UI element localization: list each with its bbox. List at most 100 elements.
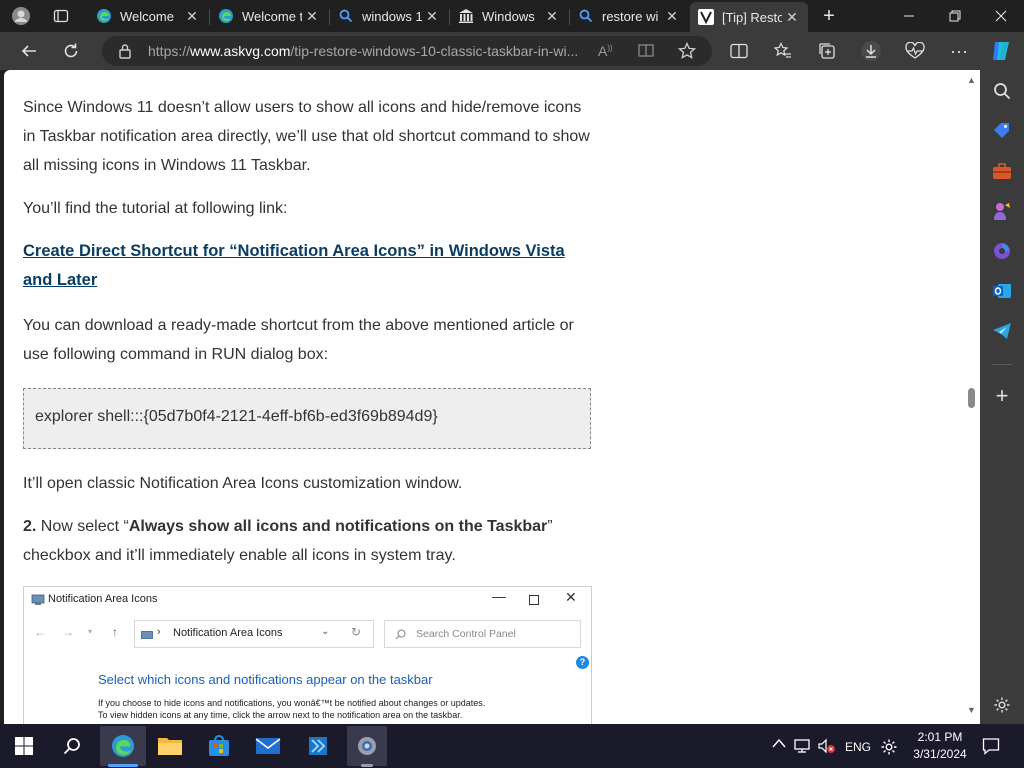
tab-restore-search[interactable]: restore wi ✕ — [570, 2, 688, 30]
code-box: explorer shell:::{05d7b0f4-2121-4eff-bf6… — [23, 388, 591, 449]
downloads-icon[interactable] — [856, 36, 886, 66]
scroll-thumb[interactable] — [968, 388, 975, 408]
taskbar-search-button[interactable] — [52, 726, 92, 766]
sidebar-office-icon[interactable] — [990, 239, 1014, 263]
clock[interactable]: 2:01 PM 3/31/2024 — [908, 729, 972, 763]
tray-settings-icon[interactable] — [880, 738, 898, 759]
dialog-dropdown-icon: ⌄ — [321, 626, 330, 637]
collections-icon[interactable] — [812, 36, 842, 66]
dialog-help-icon: ? — [576, 656, 589, 669]
sidebar-telegram-icon[interactable] — [990, 319, 1014, 343]
favorites-icon[interactable] — [768, 36, 798, 66]
dialog-up-icon: ↑ — [112, 625, 118, 639]
close-tab-icon[interactable]: ✕ — [422, 8, 442, 25]
sidebar-shopping-tag-icon[interactable] — [990, 119, 1014, 143]
performance-icon[interactable] — [900, 36, 930, 66]
close-tab-icon[interactable]: ✕ — [542, 8, 562, 25]
start-button[interactable] — [4, 726, 44, 766]
tab-windows-bank[interactable]: Windows ✕ — [450, 2, 568, 30]
dialog-info-line-1: If you choose to hide icons and notifica… — [98, 698, 486, 708]
restore-button[interactable] — [932, 0, 978, 32]
more-menu-icon[interactable]: ··· — [944, 36, 974, 66]
minimize-button[interactable] — [886, 0, 932, 32]
sidebar-tools-icon[interactable] — [990, 159, 1014, 183]
dialog-heading: Select which icons and notifications app… — [98, 672, 433, 687]
tray-overflow-chevron-icon[interactable] — [772, 737, 786, 751]
paragraph-step-2: 2. Now select “Always show all icons and… — [23, 512, 593, 570]
tutorial-link[interactable]: Create Direct Shortcut for “Notification… — [23, 242, 565, 289]
paragraph-open-window: It’ll open classic Notification Area Ico… — [23, 475, 463, 492]
url-text[interactable]: https://www.askvg.com/tip-restore-window… — [148, 43, 588, 59]
tab-title: [Tip] Resto — [722, 9, 782, 25]
copilot-icon[interactable] — [986, 36, 1016, 66]
scroll-up-arrow-icon[interactable]: ▲ — [967, 75, 976, 85]
bank-icon — [458, 8, 474, 24]
notification-center-icon[interactable] — [982, 737, 1000, 758]
search-icon — [578, 8, 594, 24]
sidebar-add-icon[interactable]: + — [990, 383, 1014, 408]
step-option-bold: Always show all icons and notifications … — [128, 518, 548, 535]
tab-title: Welcome — [120, 8, 174, 24]
tab-askvg-active[interactable]: [Tip] Resto ✕ — [690, 2, 808, 32]
code-text: explorer shell:::{05d7b0f4-2121-4eff-bf6… — [35, 408, 438, 425]
windows-taskbar: ENG 2:01 PM 3/31/2024 — [0, 724, 1024, 768]
split-screen-icon[interactable] — [724, 36, 754, 66]
taskbar-file-explorer-app[interactable] — [150, 726, 190, 766]
taskbar-vs-tool-app[interactable] — [298, 726, 338, 766]
dialog-close-icon: ✕ — [565, 589, 577, 605]
step-number: 2. — [23, 518, 37, 535]
tab-title: restore wi — [602, 8, 659, 24]
tab-title: Windows — [482, 8, 535, 24]
taskbar-store-app[interactable] — [199, 726, 239, 766]
sidebar-divider — [992, 364, 1012, 365]
sidebar-games-icon[interactable] — [990, 199, 1014, 223]
browser-toolbar: https://www.askvg.com/tip-restore-window… — [0, 32, 1024, 70]
sidebar-settings-icon[interactable] — [990, 693, 1014, 717]
close-tab-icon[interactable]: ✕ — [182, 8, 202, 25]
dialog-address-icon — [141, 628, 153, 646]
close-window-button[interactable] — [978, 0, 1024, 32]
language-indicator[interactable]: ENG — [845, 740, 871, 754]
dialog-info-line-2: To view hidden icons at any time, click … — [98, 710, 463, 720]
taskbar-settings-app[interactable] — [347, 726, 387, 767]
dialog-breadcrumb: Notification Area Icons — [173, 627, 283, 639]
immersive-reader-icon[interactable] — [638, 43, 656, 64]
sidebar-search-icon[interactable] — [990, 79, 1014, 103]
page-content: Since Windows 11 doesn’t allow users to … — [4, 70, 980, 724]
dialog-search-icon — [395, 627, 406, 645]
scroll-down-arrow-icon[interactable]: ▼ — [967, 705, 976, 715]
tab-actions-icon[interactable] — [48, 4, 74, 28]
taskbar-edge-app[interactable] — [100, 726, 146, 767]
paragraph-download: You can download a ready-made shortcut f… — [23, 317, 574, 363]
close-tab-icon[interactable]: ✕ — [782, 9, 802, 26]
paragraph-intro: Since Windows 11 doesn’t allow users to … — [23, 99, 590, 174]
vertical-scrollbar[interactable]: ▲ ▼ — [964, 70, 980, 724]
askvg-icon — [698, 9, 714, 25]
tutorial-link-container: Create Direct Shortcut for “Notification… — [23, 237, 593, 295]
lock-icon[interactable] — [118, 43, 132, 64]
taskbar-mail-app[interactable] — [248, 726, 288, 766]
volume-muted-icon[interactable] — [818, 738, 836, 757]
active-app-indicator — [108, 764, 138, 767]
refresh-button[interactable] — [56, 36, 86, 66]
sidebar-outlook-icon[interactable] — [990, 279, 1014, 303]
tab-title: Welcome t — [242, 8, 302, 24]
tab-welcome-2[interactable]: Welcome t ✕ — [210, 2, 328, 30]
close-tab-icon[interactable]: ✕ — [662, 8, 682, 25]
new-tab-button[interactable]: + — [816, 4, 842, 28]
notification-area-icons-screenshot: Notification Area Icons — ✕ ← → ▾ ↑ › No… — [23, 586, 592, 724]
network-icon[interactable] — [794, 738, 812, 757]
favorite-star-icon[interactable] — [677, 41, 697, 65]
dialog-recent-icon: ▾ — [88, 627, 93, 636]
close-tab-icon[interactable]: ✕ — [302, 8, 322, 25]
control-panel-icon — [31, 593, 45, 611]
tab-welcome-1[interactable]: Welcome ✕ — [88, 2, 208, 30]
back-button[interactable] — [14, 36, 44, 66]
read-aloud-icon[interactable]: A)) — [598, 43, 613, 59]
address-bar[interactable]: https://www.askvg.com/tip-restore-window… — [102, 36, 712, 66]
profile-avatar[interactable] — [8, 4, 34, 28]
step-text-a: Now select “ — [36, 518, 129, 535]
dialog-back-icon: ← — [34, 625, 46, 639]
paragraph-tutorial: You’ll find the tutorial at following li… — [23, 200, 288, 217]
tab-windows-search[interactable]: windows 1 ✕ — [330, 2, 448, 30]
